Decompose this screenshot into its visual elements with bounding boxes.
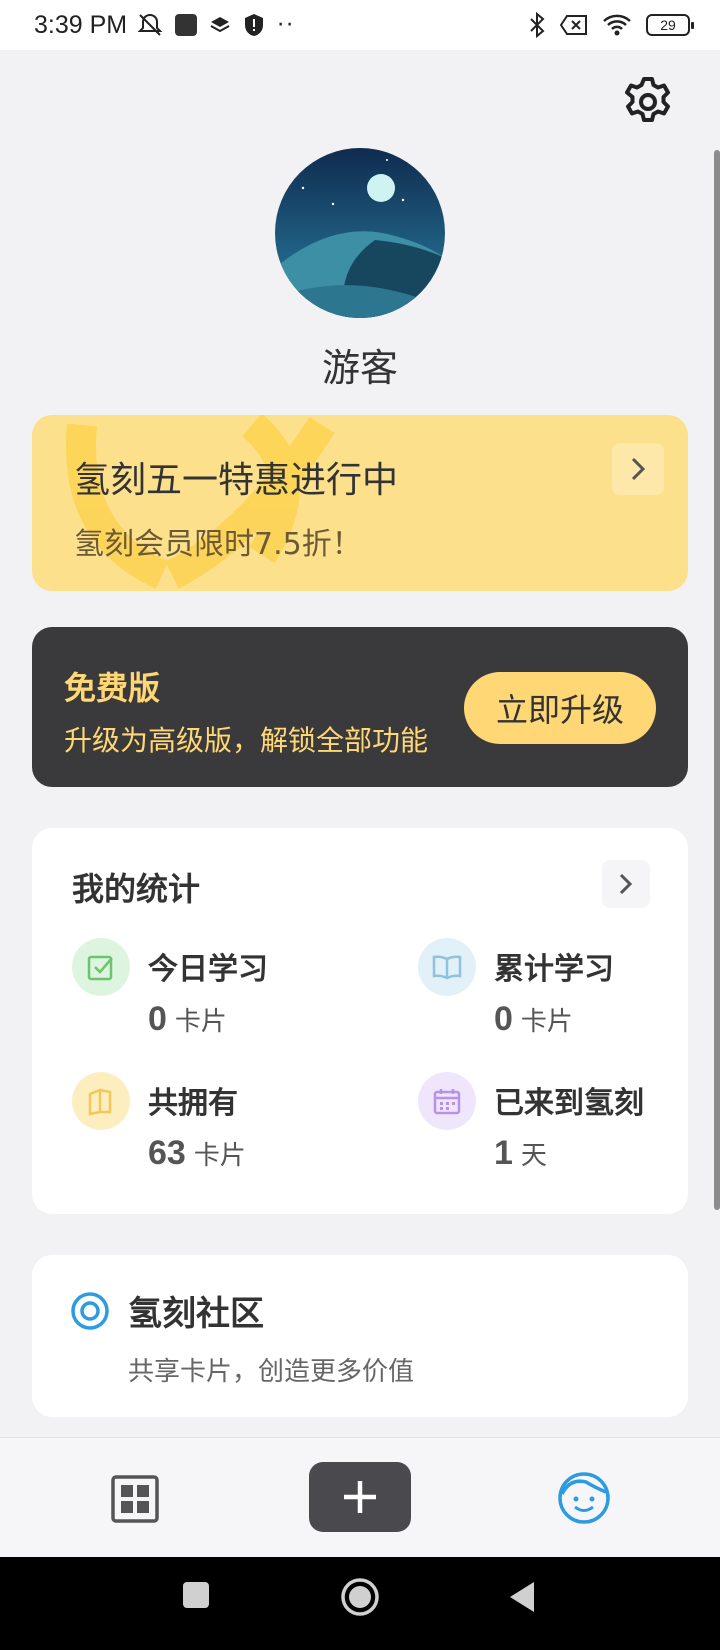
battery-icon: 29 (646, 14, 694, 36)
stat-total-study: 累计学习 0 卡片 (418, 938, 698, 1048)
stat-label: 共拥有 (148, 1086, 238, 1121)
stat-total-owned: 共拥有 63 卡片 (72, 1072, 352, 1182)
add-button[interactable] (309, 1462, 411, 1532)
stats-arrow-button[interactable] (602, 860, 650, 908)
book-icon (418, 938, 476, 996)
username: 游客 (321, 346, 398, 390)
plan-name: 免费版 (64, 669, 161, 707)
stat-value: 63 (148, 1134, 186, 1172)
bottom-nav (0, 1437, 720, 1557)
community-card[interactable]: 氢刻社区 共享卡片，创造更多价值 (32, 1255, 688, 1417)
grid-icon (111, 1475, 159, 1523)
app-icon (175, 14, 198, 36)
nav-profile-button[interactable] (556, 1470, 612, 1526)
checkbox-icon (72, 938, 130, 996)
settings-button[interactable] (618, 72, 678, 132)
more-dots-icon: ·· (277, 12, 296, 38)
mute-icon (137, 13, 163, 36)
stat-unit: 卡片 (520, 1007, 573, 1037)
promo-subtitle: 氢刻会员限时7.5折！ (74, 527, 362, 562)
cards-icon (72, 1072, 130, 1130)
calendar-icon (418, 1072, 476, 1130)
stat-today-study: 今日学习 0 卡片 (72, 938, 352, 1048)
stats-title: 我的统计 (72, 870, 201, 908)
square-icon (183, 1582, 209, 1608)
community-title: 氢刻社区 (128, 1294, 264, 1334)
plan-card: 免费版 升级为高级版，解锁全部功能 立即升级 (32, 627, 688, 787)
home-button[interactable] (340, 1577, 380, 1621)
sim-off-icon (560, 15, 587, 35)
stats-card: 我的统计 今日学习 0 卡片 累计学习 0 卡片 共拥有 63 卡片 已来到氢刻… (32, 828, 688, 1214)
plus-icon (344, 1481, 376, 1513)
stat-value: 1 (494, 1134, 513, 1172)
chevron-right-icon (619, 873, 633, 895)
chevron-right-icon (631, 457, 646, 481)
stat-value: 0 (148, 1000, 167, 1038)
stat-label: 累计学习 (494, 952, 614, 987)
recents-button[interactable] (182, 1581, 210, 1613)
circle-icon (341, 1578, 379, 1616)
avatar-image (275, 148, 445, 318)
stat-unit: 卡片 (193, 1141, 246, 1171)
upgrade-button[interactable]: 立即升级 (464, 672, 656, 744)
status-time: 3:39 PM (34, 10, 128, 39)
face-icon (558, 1472, 610, 1524)
community-description: 共享卡片，创造更多价值 (128, 1357, 415, 1387)
nav-home-button[interactable] (110, 1474, 160, 1524)
scrollbar[interactable] (714, 150, 720, 1210)
shield-icon (245, 14, 264, 36)
stat-label: 今日学习 (148, 952, 268, 987)
target-icon (71, 1292, 109, 1330)
stat-label: 已来到氢刻 (494, 1086, 644, 1121)
wifi-icon (603, 14, 631, 36)
promo-card[interactable]: 氢刻五一特惠进行中 氢刻会员限时7.5折！ (32, 415, 688, 591)
status-bar: 3:39 PM ·· 29 (0, 0, 720, 50)
layers-icon (210, 17, 230, 33)
stat-days-joined: 已来到氢刻 1天 (418, 1072, 698, 1182)
promo-arrow-button[interactable] (612, 443, 664, 495)
system-nav-bar (0, 1557, 720, 1650)
avatar[interactable] (275, 148, 445, 318)
gear-icon (625, 77, 670, 122)
triangle-back-icon (510, 1582, 534, 1612)
bluetooth-icon (530, 12, 545, 38)
stat-unit: 天 (520, 1141, 547, 1171)
stat-value: 0 (494, 1000, 513, 1038)
back-button[interactable] (508, 1581, 536, 1617)
promo-watermark (66, 415, 335, 589)
stat-unit: 卡片 (174, 1007, 227, 1037)
promo-title: 氢刻五一特惠进行中 (74, 460, 399, 501)
plan-description: 升级为高级版，解锁全部功能 (64, 724, 429, 757)
